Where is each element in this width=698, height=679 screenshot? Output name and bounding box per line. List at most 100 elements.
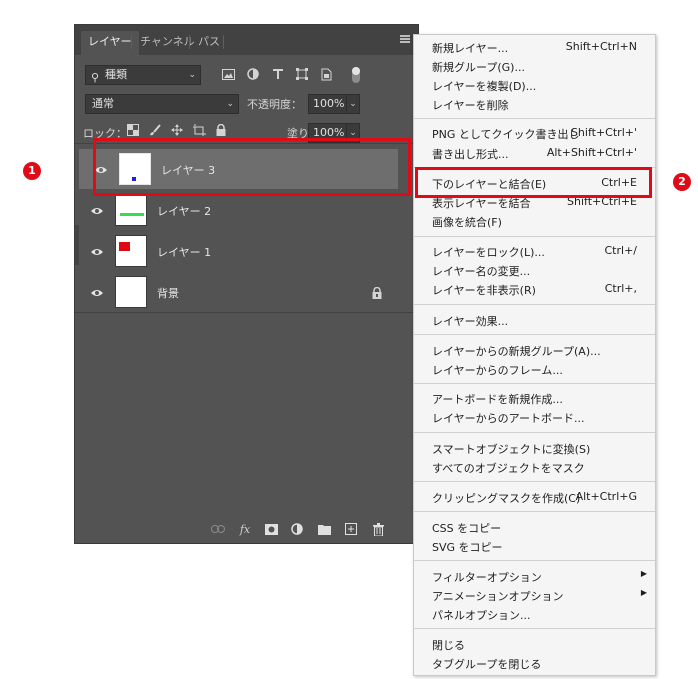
menu-item-filter-options[interactable]: フィルターオプション ▶ [414, 568, 655, 586]
menu-item-label: 新規レイヤー... [432, 42, 509, 55]
smart-object-filter-icon[interactable] [318, 65, 334, 83]
fx-icon[interactable]: fx [238, 522, 252, 536]
type-filter-icon[interactable] [270, 65, 286, 83]
layer-row-2[interactable]: レイヤー 2 [75, 190, 418, 230]
layers-bottom-bar: fx [75, 515, 418, 543]
menu-separator [414, 628, 655, 629]
menu-separator [414, 511, 655, 512]
shape-filter-icon[interactable] [294, 65, 310, 83]
layer-name[interactable]: レイヤー 2 [157, 203, 211, 219]
menu-item-close-tab-group[interactable]: タブグループを閉じる [414, 655, 655, 673]
menu-item-label: レイヤーからのフレーム... [432, 364, 563, 377]
image-filter-icon[interactable] [220, 65, 236, 83]
layer-thumbnail [115, 276, 147, 308]
trash-icon[interactable] [371, 522, 385, 536]
lock-brush-icon[interactable] [148, 123, 162, 137]
menu-item-animation-options[interactable]: アニメーションオプション ▶ [414, 587, 655, 605]
menu-item-hide-layers[interactable]: レイヤーを非表示(R) Ctrl+, [414, 281, 655, 299]
layer-row-background[interactable]: 背景 [75, 272, 418, 312]
menu-item-shortcut: Alt+Shift+Ctrl+' [546, 146, 637, 159]
visibility-eye-icon[interactable] [90, 285, 104, 299]
layer-name[interactable]: 背景 [157, 285, 179, 301]
menu-item-flatten-image[interactable]: 画像を統合(F) [414, 213, 655, 231]
menu-item-label: クリッピングマスクを作成(C) [432, 492, 581, 505]
menu-item-shortcut: Shift+Ctrl+N [565, 40, 637, 53]
menu-item-convert-smart-object[interactable]: スマートオブジェクトに変換(S) [414, 440, 655, 458]
menu-item-label: 画像を統合(F) [432, 216, 502, 229]
tab-paths[interactable]: パス [191, 31, 227, 55]
menu-item-delete-layer[interactable]: レイヤーを削除 [414, 96, 655, 114]
menu-item-label: レイヤーを複製(D)... [432, 80, 537, 93]
panel-tab-bar: レイヤー チャンネル パス [75, 25, 418, 55]
menu-separator [414, 334, 655, 335]
menu-item-copy-css[interactable]: CSS をコピー [414, 519, 655, 537]
folder-icon[interactable] [317, 522, 331, 536]
menu-item-lock-layers[interactable]: レイヤーをロック(L)... Ctrl+/ [414, 243, 655, 261]
menu-item-create-clipping-mask[interactable]: クリッピングマスクを作成(C) Alt+Ctrl+G [414, 489, 655, 507]
panel-menu-icon[interactable] [400, 35, 410, 43]
menu-item-label: アートボードを新規作成... [432, 393, 563, 406]
menu-separator [414, 432, 655, 433]
visibility-eye-icon[interactable] [90, 203, 104, 217]
menu-item-frame-from-layers[interactable]: レイヤーからのフレーム... [414, 361, 655, 379]
search-icon: ⚲ [91, 71, 100, 84]
menu-item-new-group[interactable]: 新規グループ(G)... [414, 58, 655, 76]
menu-separator [414, 118, 655, 119]
menu-item-quick-export-png[interactable]: PNG としてクイック書き出し Shift+Ctrl+' [414, 125, 655, 143]
menu-item-label: アニメーションオプション [432, 590, 564, 603]
menu-item-copy-svg[interactable]: SVG をコピー [414, 538, 655, 556]
submenu-arrow-icon: ▶ [640, 588, 647, 597]
menu-item-label: タブグループを閉じる [432, 658, 542, 671]
menu-item-label: レイヤーからの新規グループ(A)... [432, 345, 601, 358]
menu-item-shortcut: Ctrl+/ [604, 244, 638, 257]
visibility-eye-icon[interactable] [90, 244, 104, 258]
step-badge-1: 1 [23, 162, 41, 180]
menu-item-export-as[interactable]: 書き出し形式... Alt+Shift+Ctrl+' [414, 145, 655, 163]
menu-item-new-artboard[interactable]: アートボードを新規作成... [414, 390, 655, 408]
scrollbar[interactable] [75, 225, 79, 265]
menu-item-new-layer[interactable]: 新規レイヤー... Shift+Ctrl+N [414, 39, 655, 57]
menu-item-label: レイヤーを削除 [432, 99, 509, 112]
menu-separator [414, 481, 655, 482]
filter-toggle[interactable] [352, 67, 360, 83]
menu-item-duplicate-layer[interactable]: レイヤーを複製(D)... [414, 77, 655, 95]
menu-item-panel-options[interactable]: パネルオプション... [414, 606, 655, 624]
tab-separator [189, 35, 190, 49]
menu-separator [414, 236, 655, 237]
red-square-shape [119, 242, 130, 251]
opacity-dropdown[interactable]: ⌄ [346, 94, 360, 114]
menu-item-rename-layer[interactable]: レイヤー名の変更... [414, 262, 655, 280]
tab-separator [131, 35, 132, 49]
filter-kind-select[interactable]: ⚲ 種類 ⌄ [85, 65, 201, 85]
lock-transparent-icon[interactable] [126, 123, 140, 137]
opacity-input[interactable]: 100% [308, 94, 348, 114]
menu-separator [414, 560, 655, 561]
menu-separator [414, 304, 655, 305]
menu-item-close[interactable]: 閉じる [414, 636, 655, 654]
menu-item-artboard-from-layers[interactable]: レイヤーからのアートボード... [414, 409, 655, 427]
opacity-label: 不透明度： [247, 98, 302, 111]
menu-item-mask-all-objects[interactable]: すべてのオブジェクトをマスク [414, 459, 655, 477]
menu-item-layer-effects[interactable]: レイヤー効果... [414, 312, 655, 330]
adjustment-filter-icon[interactable] [245, 65, 261, 83]
layer-name[interactable]: レイヤー 1 [157, 244, 211, 260]
link-icon[interactable] [211, 522, 225, 536]
highlight-merge-down [415, 167, 652, 198]
mask-icon[interactable] [264, 522, 278, 536]
menu-item-group-from-layers[interactable]: レイヤーからの新規グループ(A)... [414, 342, 655, 360]
adjustment-icon[interactable] [290, 522, 304, 536]
lock-all-icon[interactable] [214, 123, 228, 137]
tab-separator [223, 35, 224, 49]
layers-context-menu: 新規レイヤー... Shift+Ctrl+N 新規グループ(G)... レイヤー… [413, 34, 656, 676]
menu-item-label: レイヤーからのアートボード... [432, 412, 585, 425]
lock-artboard-icon[interactable] [192, 123, 206, 137]
blend-mode-value: 通常 [92, 97, 114, 110]
green-line-shape [120, 213, 144, 216]
blend-mode-select[interactable]: 通常 ⌄ [85, 94, 239, 114]
lock-move-icon[interactable] [170, 123, 184, 137]
menu-item-label: フィルターオプション [432, 571, 542, 584]
menu-item-label: レイヤー名の変更... [432, 265, 531, 278]
layer-row-1[interactable]: レイヤー 1 [75, 231, 418, 271]
new-layer-icon[interactable] [344, 522, 358, 536]
layer-thumbnail [115, 235, 147, 267]
